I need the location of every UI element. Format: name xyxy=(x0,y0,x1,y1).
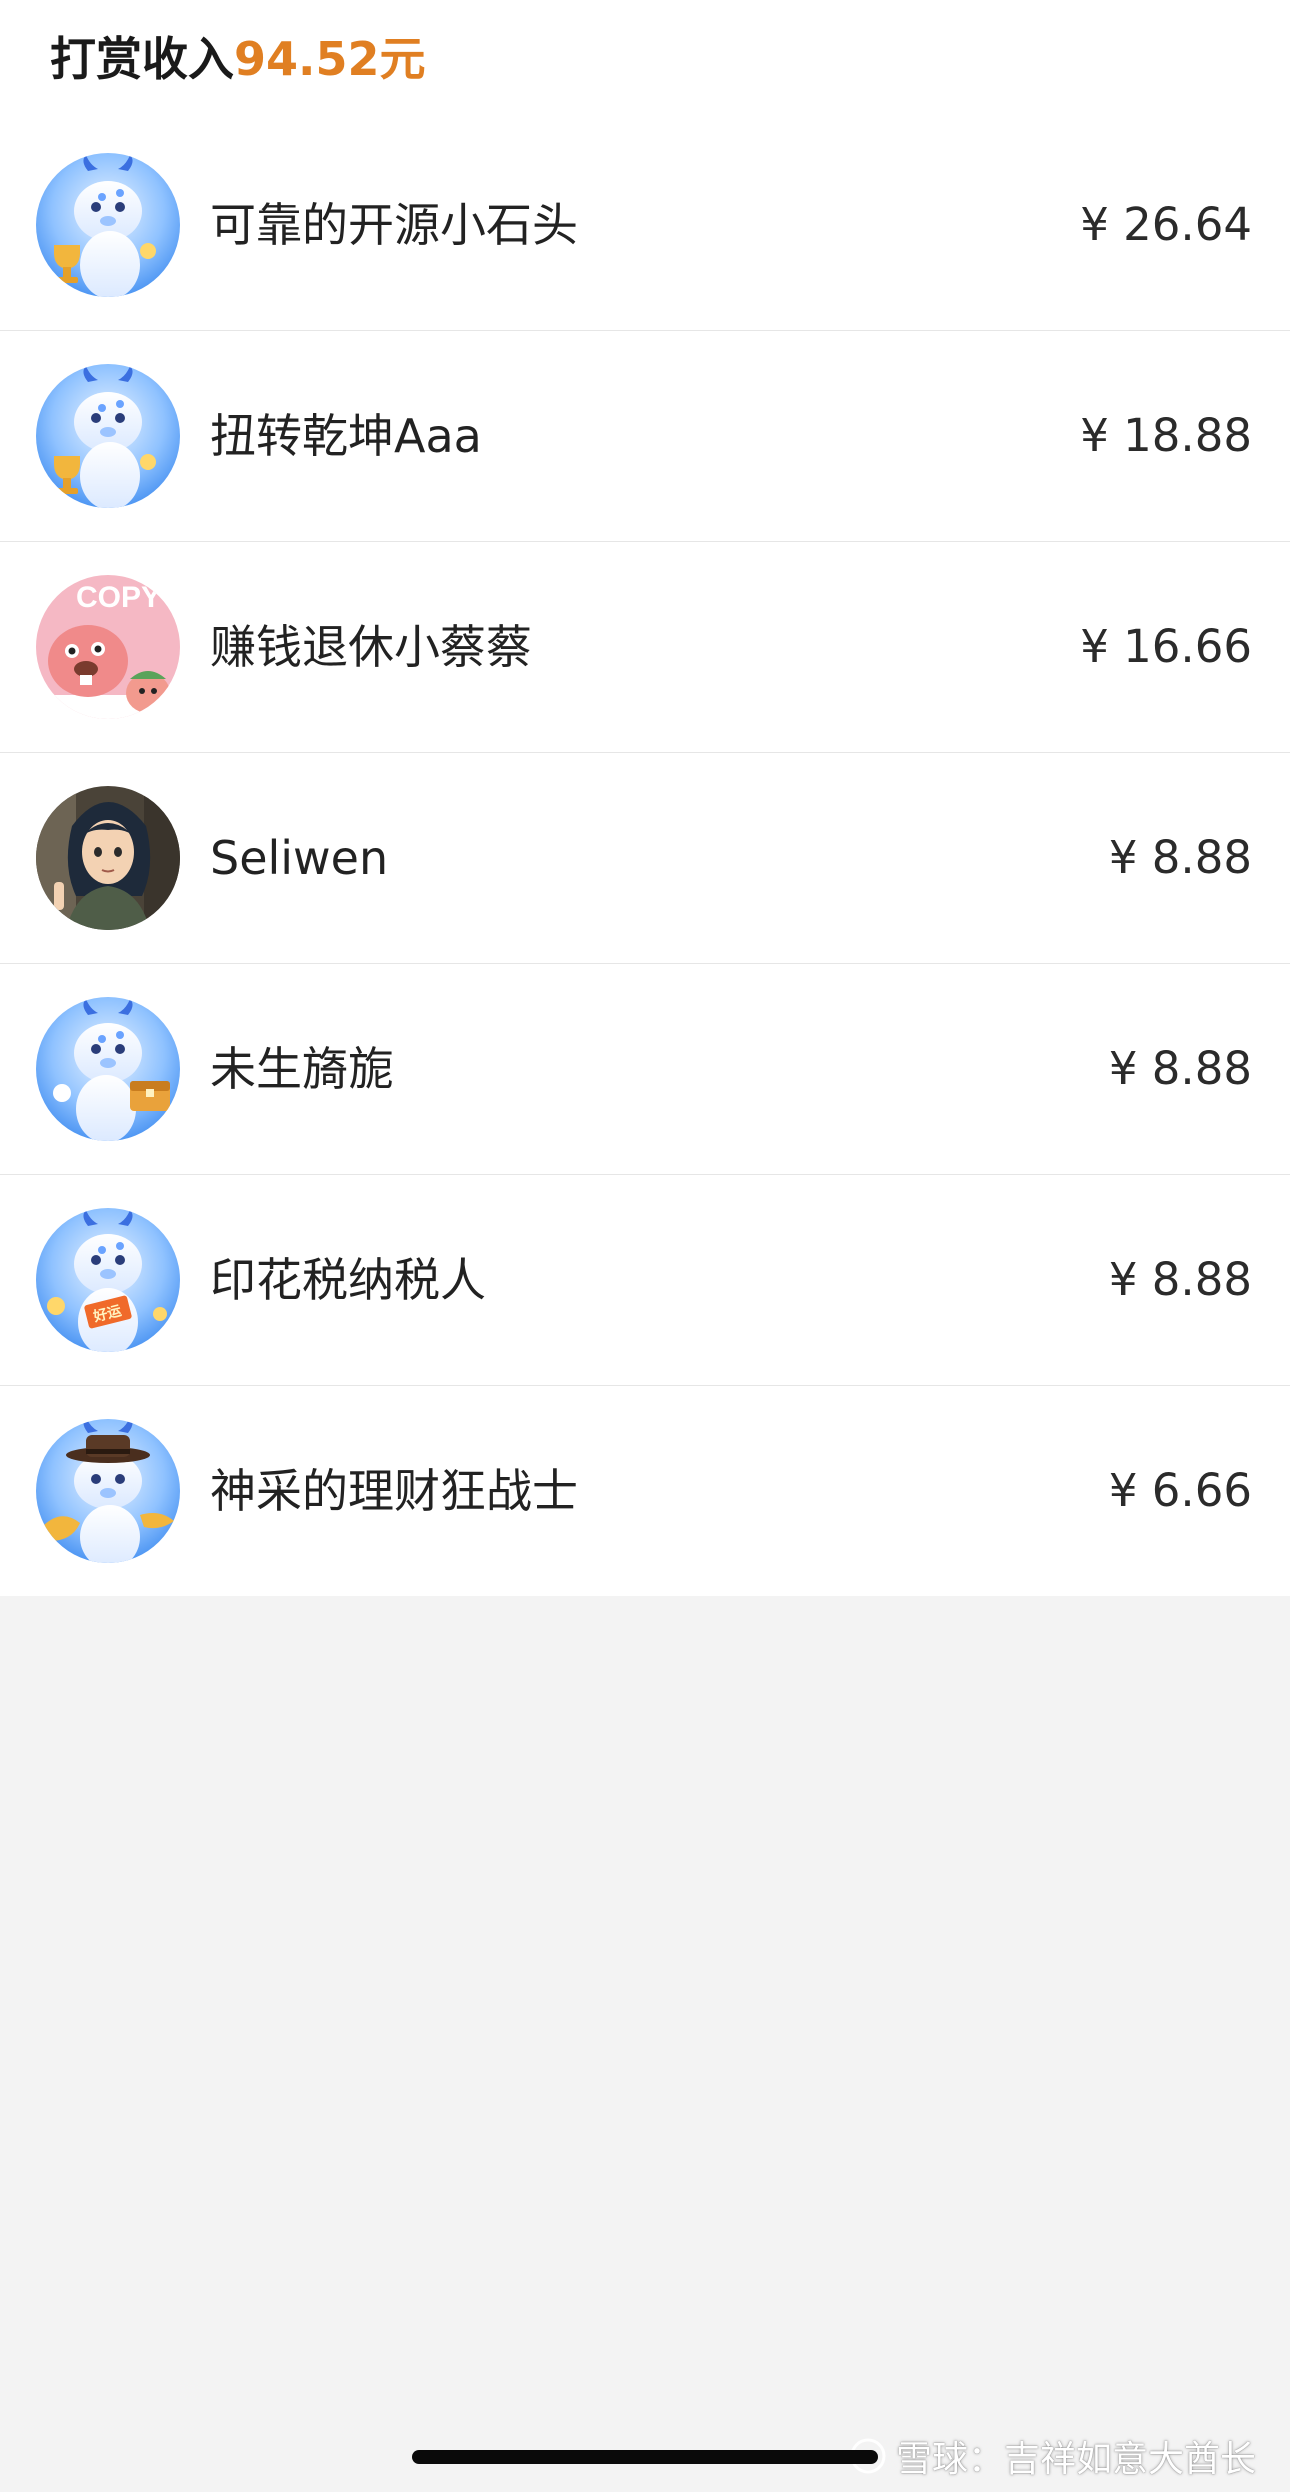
tip-amount: ¥ 8.88 xyxy=(1108,1042,1252,1095)
list-item[interactable]: COPY 赚钱退休小蔡蔡 ¥ 16.66 xyxy=(0,541,1290,752)
tip-amount: ¥ 18.88 xyxy=(1080,409,1252,462)
tipper-name: 印花税纳税人 xyxy=(210,1253,486,1307)
tipper-name: Seliwen xyxy=(210,831,389,885)
watermark-text: 雪球：吉祥如意大酋长 xyxy=(895,2439,1256,2480)
tip-amount: ¥ 8.88 xyxy=(1108,1253,1252,1306)
tip-amount: ¥ 16.66 xyxy=(1080,620,1252,673)
page-title-label: 打赏收入 xyxy=(50,32,234,86)
blue-dragon-treasure-chest-avatar[interactable] xyxy=(36,997,180,1141)
watermark: 雪球：吉祥如意大酋长 xyxy=(848,2430,1256,2482)
avatar-sticker-text: COPY xyxy=(76,581,161,614)
blue-dragon-lucky-card-avatar[interactable]: 好运 xyxy=(36,1208,180,1352)
tipper-name: 未生旖旎 xyxy=(210,1042,394,1096)
pink-beaver-cartoon-avatar[interactable]: COPY xyxy=(36,575,180,719)
tip-list: 可靠的开源小石头 ¥ 26.64 扭转乾坤Aaa ¥ 18.88 COPY 赚钱… xyxy=(0,120,1290,1596)
total-income-amount: 94.52元 xyxy=(234,32,426,86)
list-item[interactable]: Seliwen ¥ 8.88 xyxy=(0,752,1290,963)
list-item[interactable]: 好运 印花税纳税人 ¥ 8.88 xyxy=(0,1174,1290,1385)
home-indicator[interactable] xyxy=(412,2450,878,2464)
header: 打赏收入94.52元 xyxy=(0,0,1290,120)
blue-dragon-trophy-avatar[interactable] xyxy=(36,153,180,297)
tip-amount: ¥ 6.66 xyxy=(1108,1464,1252,1517)
list-item[interactable]: 神采的理财狂战士 ¥ 6.66 xyxy=(0,1385,1290,1596)
blue-dragon-cowboy-hat-avatar[interactable] xyxy=(36,1419,180,1563)
list-item[interactable]: 扭转乾坤Aaa ¥ 18.88 xyxy=(0,330,1290,541)
tipper-name: 可靠的开源小石头 xyxy=(210,198,578,252)
tip-amount: ¥ 26.64 xyxy=(1080,198,1252,251)
blue-dragon-trophy-avatar[interactable] xyxy=(36,364,180,508)
list-item[interactable]: 未生旖旎 ¥ 8.88 xyxy=(0,963,1290,1174)
list-item[interactable]: 可靠的开源小石头 ¥ 26.64 xyxy=(0,120,1290,330)
tipper-name: 扭转乾坤Aaa xyxy=(210,409,482,463)
anime-girl-avatar[interactable] xyxy=(36,786,180,930)
tipper-name: 赚钱退休小蔡蔡 xyxy=(210,620,532,674)
tip-amount: ¥ 8.88 xyxy=(1108,831,1252,884)
page-title: 打赏收入94.52元 xyxy=(50,28,426,90)
tipper-name: 神采的理财狂战士 xyxy=(210,1464,578,1518)
